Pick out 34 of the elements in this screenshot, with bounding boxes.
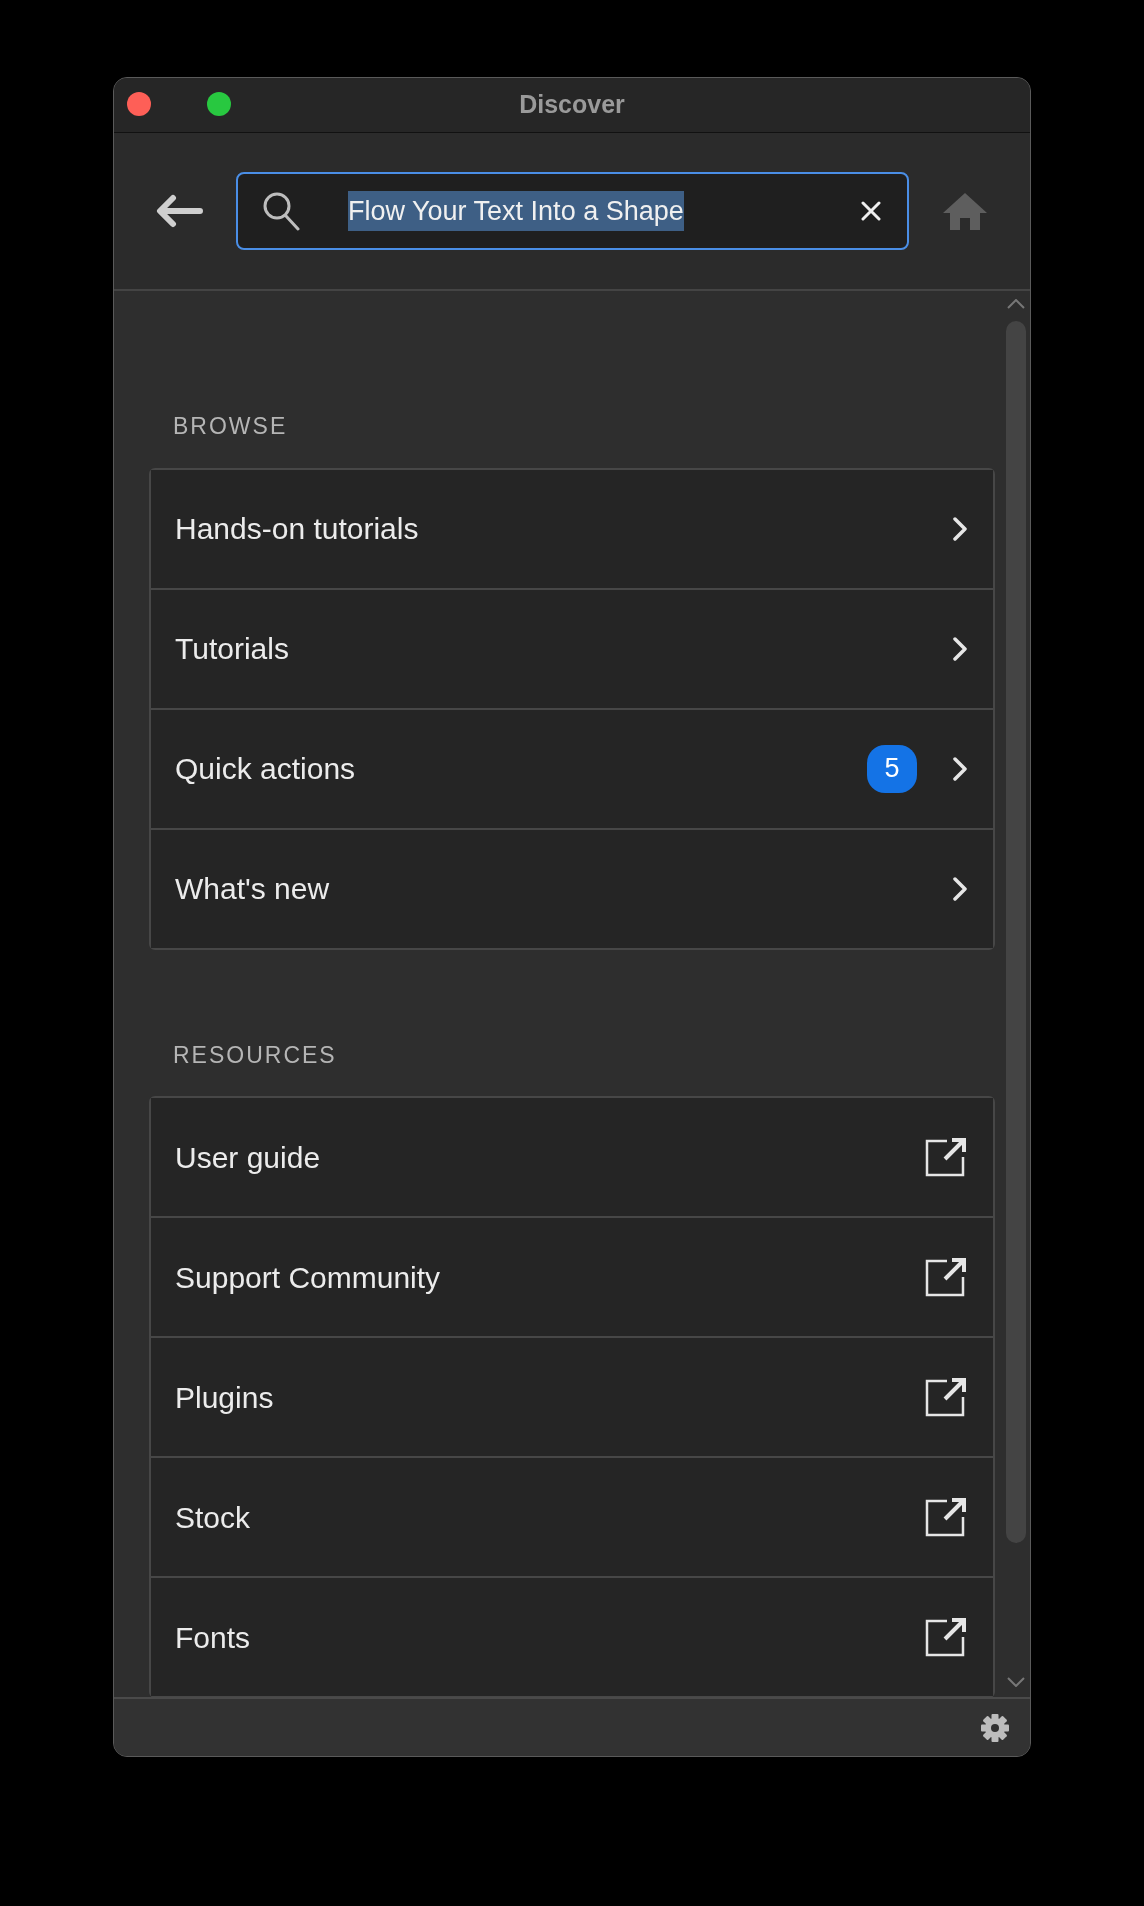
external-link-icon <box>925 1257 967 1297</box>
external-link-icon <box>925 1377 967 1417</box>
zoom-button[interactable] <box>207 92 231 116</box>
chevron-right-icon <box>953 516 967 541</box>
item-label: What's new <box>175 871 330 907</box>
list-item[interactable]: What's new <box>151 827 993 948</box>
count-badge: 5 <box>867 744 917 793</box>
window-title: Discover <box>519 89 625 121</box>
chevron-right-icon <box>953 636 967 661</box>
clear-icon[interactable] <box>861 201 881 221</box>
search-field[interactable]: Flow Your Text Into a Shape <box>236 172 909 250</box>
section-heading: RESOURCES <box>173 1040 338 1070</box>
search-icon <box>262 191 300 231</box>
chevron-right-icon <box>953 876 967 901</box>
back-arrow-icon[interactable] <box>155 194 203 228</box>
list-item[interactable]: Fonts <box>151 1576 993 1696</box>
item-label: Tutorials <box>175 631 289 667</box>
external-link-icon <box>925 1137 967 1177</box>
item-label: Fonts <box>175 1619 251 1656</box>
section-heading: BROWSE <box>173 412 289 441</box>
close-button[interactable] <box>127 92 151 116</box>
item-label: Hands-on tutorials <box>175 511 419 547</box>
item-label: User guide <box>175 1139 321 1176</box>
item-label: Quick actions <box>175 751 356 787</box>
chevron-right-icon <box>953 756 967 781</box>
item-label: Stock <box>175 1499 251 1536</box>
item-label: Plugins <box>175 1379 274 1416</box>
search-text: Flow Your Text Into a Shape <box>348 190 684 232</box>
external-link-icon <box>925 1617 967 1657</box>
scroll-up-icon[interactable] <box>1007 299 1025 309</box>
external-link-icon <box>925 1497 967 1537</box>
scroll-down-icon[interactable] <box>1007 1677 1025 1687</box>
settings-icon[interactable] <box>980 1712 1010 1743</box>
item-label: Support Community <box>175 1259 441 1296</box>
